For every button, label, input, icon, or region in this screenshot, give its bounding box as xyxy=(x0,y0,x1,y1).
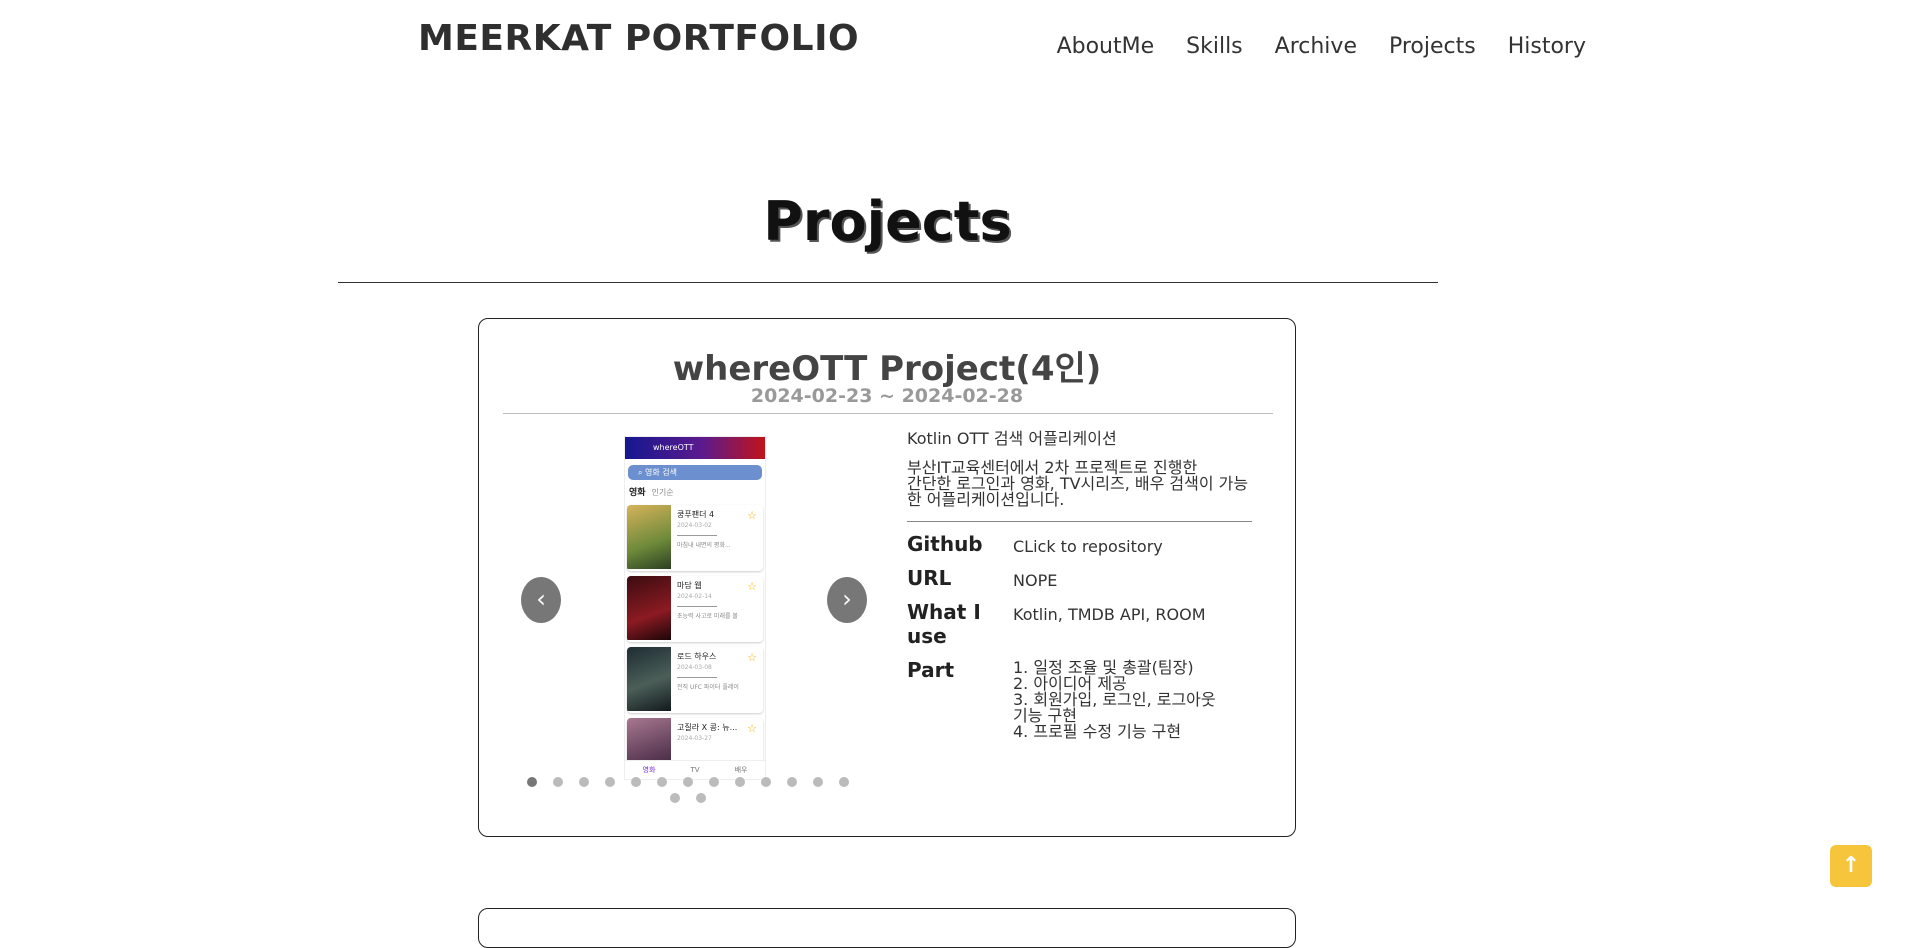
site-header: MEERKAT PORTFOLIO AboutMe Skills Archive… xyxy=(0,0,1905,90)
app-bottom-nav: 영화 TV 배우 xyxy=(625,760,765,779)
star-icon: ☆ xyxy=(747,651,757,664)
part-label: Part xyxy=(907,658,955,682)
app-topbar: whereOTT xyxy=(625,437,765,459)
movie-date: 2024-02-14 xyxy=(677,593,712,600)
part-item: 4. 프로필 수정 기능 구현 xyxy=(1013,722,1182,741)
app-bottom-tab: 배우 xyxy=(734,766,748,774)
info-row-url: URL NOPE xyxy=(907,566,1257,590)
carousel-dot[interactable] xyxy=(670,793,680,803)
screenshot-carousel: whereOTT ⌕ 영화 검색 영화 인기순 쿵푸팬더 4 2024-03-02… xyxy=(519,429,869,829)
carousel-dot[interactable] xyxy=(683,777,693,787)
nav-archive[interactable]: Archive xyxy=(1275,34,1357,59)
movie-summary: 마침내 내면의 평화... xyxy=(677,542,731,549)
movie-item: 마담 웹 2024-02-14 초능력 사고로 미래를 볼 ☆ xyxy=(627,576,763,642)
app-search-placeholder: 영화 검색 xyxy=(645,468,678,477)
movie-poster xyxy=(627,576,671,640)
app-tabs: 영화 인기순 xyxy=(625,483,765,500)
github-link[interactable]: CLick to repository xyxy=(1013,532,1163,556)
part-list: 1. 일정 조율 및 총괄(팀장) 2. 아이디어 제공 3. 회원가입, 로그… xyxy=(1013,658,1216,740)
star-icon: ☆ xyxy=(747,580,757,593)
carousel-dot[interactable] xyxy=(553,777,563,787)
carousel-dot[interactable] xyxy=(735,777,745,787)
stack-value: Kotlin, TMDB API, ROOM xyxy=(1013,605,1206,624)
carousel-dot[interactable] xyxy=(605,777,615,787)
site-logo[interactable]: MEERKAT PORTFOLIO xyxy=(418,18,859,59)
carousel-dot[interactable] xyxy=(579,777,589,787)
project-card: whereOTT Project(4인) 2024-02-23 ~ 2024-0… xyxy=(478,318,1296,837)
movie-poster xyxy=(627,505,671,569)
github-label: Github xyxy=(907,532,983,556)
info-divider xyxy=(907,521,1252,522)
carousel-next-button[interactable]: › xyxy=(827,577,867,623)
star-icon: ☆ xyxy=(747,509,757,522)
carousel-dot[interactable] xyxy=(527,777,537,787)
movie-date: 2024-03-08 xyxy=(677,664,712,671)
movie-date: 2024-03-27 xyxy=(677,735,712,742)
card-divider xyxy=(503,413,1273,414)
info-row-github: Github CLick to repository xyxy=(907,532,1257,556)
arrow-up-icon: ↑ xyxy=(1841,853,1861,878)
search-icon: ⌕ xyxy=(638,468,643,477)
url-label: URL xyxy=(907,566,952,590)
nav-skills[interactable]: Skills xyxy=(1186,34,1243,59)
carousel-prev-button[interactable]: ‹ xyxy=(521,577,561,623)
scroll-top-button[interactable]: ↑ xyxy=(1830,845,1872,887)
project-description: 부산IT교육센터에서 2차 프로젝트로 진행한 간단한 로그인과 영화, TV시… xyxy=(907,458,1249,509)
app-search-bar: ⌕ 영화 검색 xyxy=(628,465,762,480)
carousel-dot[interactable] xyxy=(709,777,719,787)
section-divider xyxy=(338,282,1438,283)
project-title: whereOTT Project(4인) xyxy=(672,349,1102,389)
next-project-card xyxy=(478,908,1296,948)
nav-aboutme[interactable]: AboutMe xyxy=(1057,34,1155,59)
app-tab-sub: 인기순 xyxy=(651,488,674,497)
url-value: NOPE xyxy=(1013,571,1058,590)
carousel-dot[interactable] xyxy=(657,777,667,787)
carousel-dot[interactable] xyxy=(839,777,849,787)
info-row-stack: What I use Kotlin, TMDB API, ROOM xyxy=(907,600,1257,648)
movie-poster xyxy=(627,647,671,711)
carousel-dot[interactable] xyxy=(813,777,823,787)
star-icon: ☆ xyxy=(747,722,757,735)
project-info: Kotlin OTT 검색 어플리케이션 부산IT교육센터에서 2차 프로젝트로… xyxy=(907,431,1257,740)
carousel-dot[interactable] xyxy=(631,777,641,787)
nav-history[interactable]: History xyxy=(1508,34,1586,59)
main-nav: AboutMe Skills Archive Projects History xyxy=(1057,34,1586,59)
movie-item: 로드 하우스 2024-03-08 전직 UFC 파이터 플레이 ☆ xyxy=(627,647,763,713)
section-title: Projects xyxy=(763,190,1012,253)
app-screenshot: whereOTT ⌕ 영화 검색 영화 인기순 쿵푸팬더 4 2024-03-02… xyxy=(625,437,765,779)
carousel-dot[interactable] xyxy=(761,777,771,787)
project-date: 2024-02-23 ~ 2024-02-28 xyxy=(750,385,1024,407)
stack-label: What I use xyxy=(907,600,981,648)
app-bottom-tab: 영화 xyxy=(642,766,656,774)
movie-summary: 전직 UFC 파이터 플레이 xyxy=(677,684,739,691)
app-tab-active: 영화 xyxy=(629,488,646,498)
movie-item: 쿵푸팬더 4 2024-03-02 마침내 내면의 평화... ☆ xyxy=(627,505,763,571)
project-intro: Kotlin OTT 검색 어플리케이션 xyxy=(907,429,1117,448)
carousel-dot[interactable] xyxy=(787,777,797,787)
nav-projects[interactable]: Projects xyxy=(1389,34,1476,59)
movie-date: 2024-03-02 xyxy=(677,522,712,529)
info-row-part: Part 1. 일정 조율 및 총괄(팀장) 2. 아이디어 제공 3. 회원가… xyxy=(907,658,1257,740)
movie-summary: 초능력 사고로 미래를 볼 xyxy=(677,613,738,620)
app-bottom-tab: TV xyxy=(690,766,700,774)
carousel-dot[interactable] xyxy=(696,793,706,803)
